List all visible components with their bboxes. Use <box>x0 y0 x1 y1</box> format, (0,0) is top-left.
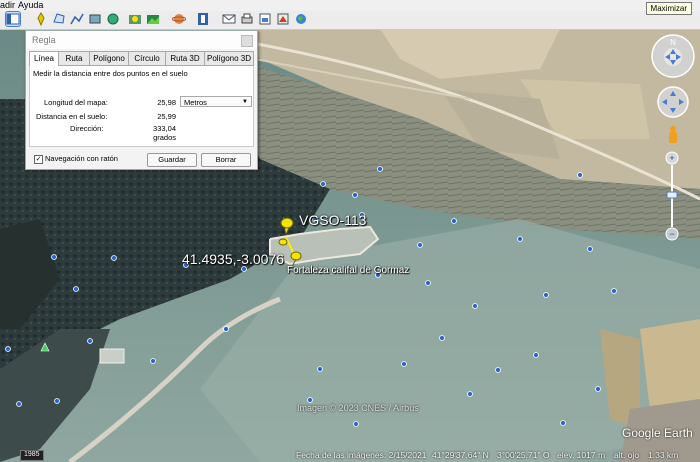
svg-text:N: N <box>670 38 676 47</box>
path-icon[interactable] <box>70 12 84 26</box>
overlay-icon[interactable] <box>88 12 102 26</box>
imagery-copyright: Imagen © 2023 CNES / Airbus <box>297 403 419 413</box>
tab-polygon[interactable]: Polígono <box>89 51 129 65</box>
maps-icon[interactable] <box>276 12 290 26</box>
elevation-readout: elev. 1017 m <box>557 450 606 460</box>
menu-item-add[interactable]: adir <box>0 0 15 11</box>
tab-circle[interactable]: Círculo <box>128 51 166 65</box>
unit-select-value: Metros <box>184 98 207 107</box>
zoom-slider[interactable]: + − <box>664 151 680 241</box>
mouse-nav-label: Navegación con ratón <box>45 154 118 163</box>
status-bar: 1985 Fecha de las imágenes: 2/15/2021 41… <box>0 450 700 462</box>
email-icon[interactable] <box>222 12 236 26</box>
ground-length-label: Distancia en el suelo: <box>36 112 108 121</box>
tab-path[interactable]: Ruta <box>58 51 90 65</box>
tab-polygon-3d[interactable]: Polígono 3D <box>204 51 254 65</box>
dialog-body: Medir la distancia entre dos puntos en e… <box>29 66 254 147</box>
tour-icon[interactable] <box>106 12 120 26</box>
svg-text:−: − <box>669 229 674 239</box>
map-length-value: 25,98 <box>157 98 176 107</box>
close-icon[interactable] <box>241 35 253 47</box>
polygon-icon[interactable] <box>52 12 66 26</box>
sunlight-icon[interactable] <box>146 12 160 26</box>
unit-select[interactable]: Metros ▼ <box>180 96 252 107</box>
clear-button[interactable]: Borrar <box>201 153 251 167</box>
toolbar <box>0 11 700 30</box>
save-button[interactable]: Guardar <box>147 153 197 167</box>
tab-path-3d[interactable]: Ruta 3D <box>165 51 205 65</box>
map-length-label: Longitud del mapa: <box>44 98 108 107</box>
tab-line[interactable]: Línea <box>29 51 59 66</box>
placemark-fortress-label[interactable]: Fortaleza califal de Gormaz <box>287 265 409 276</box>
placemark-vgso-label[interactable]: VGSO-113 <box>299 212 366 228</box>
dialog-footer: ✓ Navegación con ratón Guardar Borrar <box>29 151 254 167</box>
longitude-readout: 3°00'25.71" O <box>497 450 550 460</box>
latitude-readout: 41°29'37.64" N <box>432 450 489 460</box>
chevron-down-icon: ▼ <box>242 99 248 105</box>
save-image-icon[interactable] <box>258 12 272 26</box>
ruler-tabs: Línea Ruta Polígono Círculo Ruta 3D Polí… <box>29 51 254 66</box>
placemark-icon[interactable] <box>34 12 48 27</box>
svg-text:+: + <box>669 153 674 163</box>
ruler-description: Medir la distancia entre dos puntos en e… <box>33 69 188 78</box>
menu-item-help[interactable]: Ayuda <box>18 0 43 11</box>
planets-icon[interactable] <box>171 12 187 26</box>
historical-year-badge[interactable]: 1985 <box>20 450 44 461</box>
heading-value: 333,04 grados <box>153 124 176 142</box>
google-earth-logo: Google Earth <box>622 426 693 440</box>
heading-label: Dirección: <box>70 124 104 133</box>
eye-alt-label: alt. ojo <box>614 450 640 460</box>
mouse-nav-checkbox[interactable]: ✓ <box>34 155 43 164</box>
earth-icon[interactable] <box>294 12 308 26</box>
ruler-dialog: Regla Línea Ruta Polígono Círculo Ruta 3… <box>25 30 258 170</box>
ruler-icon[interactable] <box>196 12 210 26</box>
history-icon[interactable] <box>128 12 142 26</box>
sidebar-toggle-icon[interactable] <box>5 11 21 27</box>
eye-alt-value: 1.33 km <box>648 450 679 460</box>
dialog-title: Regla <box>26 31 257 49</box>
placemark-coords-label[interactable]: 41.4935,-3.0076 <box>182 251 284 267</box>
imagery-date: Fecha de las imágenes: 2/15/2021 <box>296 450 427 460</box>
ground-length-value: 25,99 <box>157 112 176 121</box>
maximize-tooltip: Maximizar <box>645 2 692 15</box>
menu-bar: adir Ayuda <box>0 0 700 11</box>
print-icon[interactable] <box>240 12 254 26</box>
